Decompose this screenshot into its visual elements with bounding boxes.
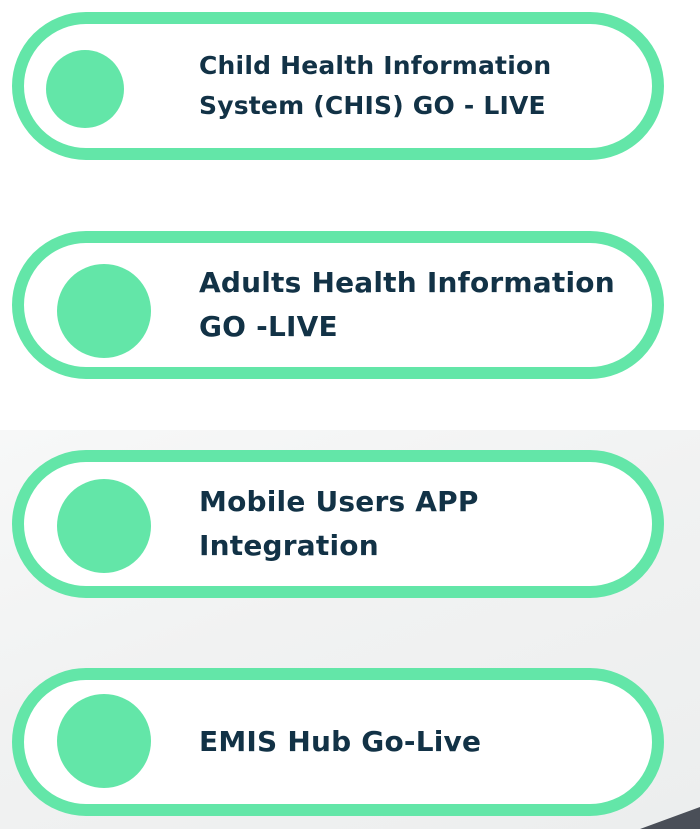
milestone-item-adults-health: Adults Health Information GO -LIVE: [12, 231, 664, 379]
milestone-label: Child Health Information System (CHIS) G…: [199, 51, 552, 120]
milestone-item-chis: Child Health Information System (CHIS) G…: [12, 12, 664, 160]
milestone-item-mobile-app: Mobile Users APP Integration: [12, 450, 664, 598]
milestone-label: EMIS Hub Go-Live: [199, 725, 482, 758]
milestone-marker-icon: [57, 479, 151, 573]
milestone-marker-icon: [57, 694, 151, 788]
milestone-marker-icon: [57, 264, 151, 358]
milestone-label: Adults Health Information GO -LIVE: [199, 266, 615, 343]
milestone-marker-icon: [46, 50, 124, 128]
milestone-item-emis-hub: EMIS Hub Go-Live: [12, 668, 664, 816]
milestone-label: Mobile Users APP Integration: [199, 485, 479, 562]
